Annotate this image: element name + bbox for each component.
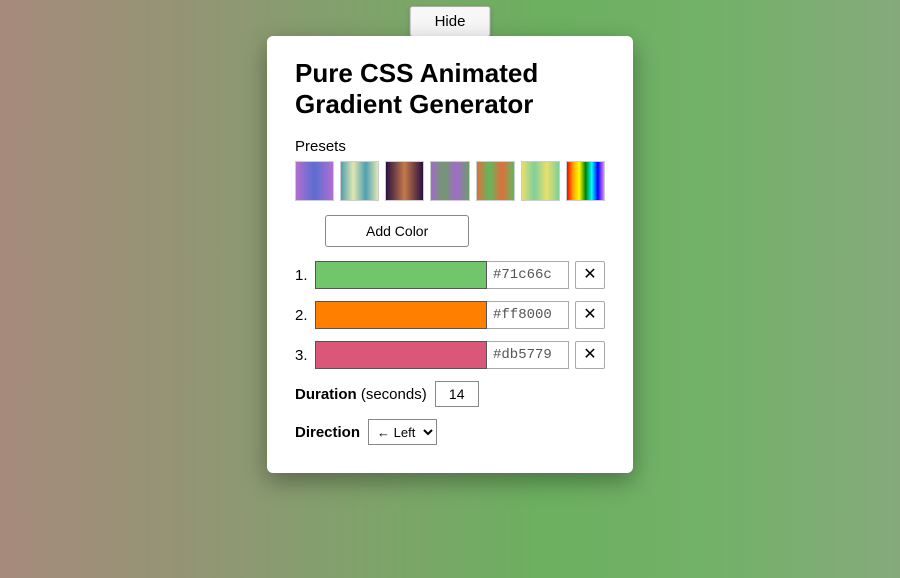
preset-swatch-6[interactable] [521,161,560,201]
color-index: 2. [295,307,315,324]
direction-row: Direction ← Left [295,419,605,445]
close-icon: ✕ [583,307,596,323]
preset-swatch-1[interactable] [295,161,334,201]
hide-button[interactable]: Hide [410,6,491,37]
duration-row: Duration (seconds) [295,381,605,407]
page-title: Pure CSS Animated Gradient Generator [295,58,605,120]
duration-input[interactable] [435,381,479,407]
color-row-2: 2. ✕ [295,301,605,329]
preset-swatch-5[interactable] [476,161,515,201]
duration-label: Duration [295,386,357,403]
color-row-1: 1. ✕ [295,261,605,289]
preset-swatch-2[interactable] [340,161,379,201]
preset-swatch-3[interactable] [385,161,424,201]
preset-swatch-4[interactable] [430,161,469,201]
remove-color-button-2[interactable]: ✕ [575,301,605,329]
presets-label: Presets [295,138,605,155]
color-hex-input-3[interactable] [487,341,569,369]
color-row-3: 3. ✕ [295,341,605,369]
color-index: 3. [295,347,315,364]
color-swatch-3[interactable] [315,341,487,369]
remove-color-button-3[interactable]: ✕ [575,341,605,369]
presets-row [295,161,605,201]
direction-label: Direction [295,424,360,441]
color-index: 1. [295,267,315,284]
preset-swatch-7[interactable] [566,161,605,201]
color-swatch-2[interactable] [315,301,487,329]
duration-label-unit: (seconds) [361,386,427,403]
color-hex-input-2[interactable] [487,301,569,329]
close-icon: ✕ [583,347,596,363]
close-icon: ✕ [583,267,596,283]
color-swatch-1[interactable] [315,261,487,289]
generator-panel: Pure CSS Animated Gradient Generator Pre… [267,36,633,473]
add-color-button[interactable]: Add Color [325,215,469,247]
direction-select[interactable]: ← Left [368,419,437,445]
remove-color-button-1[interactable]: ✕ [575,261,605,289]
color-hex-input-1[interactable] [487,261,569,289]
